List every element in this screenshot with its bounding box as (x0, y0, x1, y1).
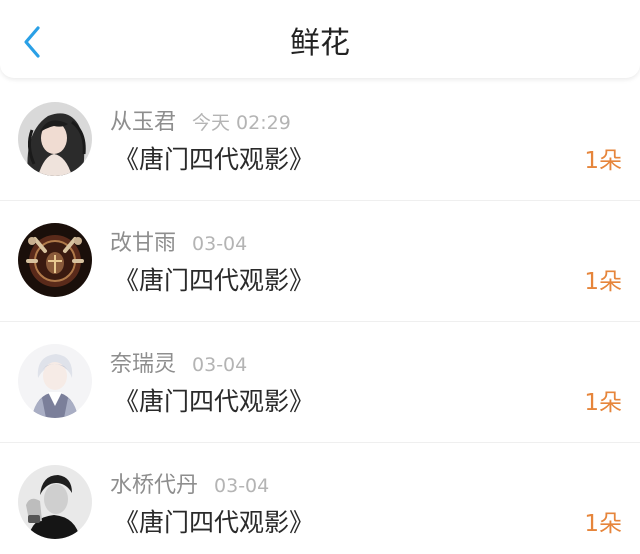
avatar-emblem-icon (18, 223, 92, 297)
flower-count: 1朵 (584, 390, 622, 416)
sender-name[interactable]: 改甘雨 (110, 231, 176, 256)
flower-count: 1朵 (584, 269, 622, 295)
avatar-man-icon (18, 465, 92, 539)
flower-count: 1朵 (584, 511, 622, 537)
sender-name[interactable]: 水桥代丹 (110, 473, 198, 498)
avatar[interactable] (18, 102, 92, 176)
sender-name[interactable]: 奈瑞灵 (110, 352, 176, 377)
avatar[interactable] (18, 223, 92, 297)
flower-count: 1朵 (584, 148, 622, 174)
list-item[interactable]: 改甘雨 03-04 《唐门四代观影》 1朵 (0, 201, 640, 322)
flower-list: 从玉君 今天 02:29 《唐门四代观影》 1朵 改甘雨 03-04 《唐门四代… (0, 80, 640, 554)
work-title[interactable]: 《唐门四代观影》 (114, 505, 314, 541)
app-screen: 鲜花 从玉君 今天 02:29 《唐门四代观影》 1朵 改甘雨 03-04 《唐… (0, 0, 640, 554)
top-bar: 鲜花 (0, 0, 640, 78)
timestamp: 03-04 (214, 475, 270, 497)
avatar-girl-icon (18, 102, 92, 176)
timestamp: 03-04 (192, 354, 248, 376)
row-meta: 从玉君 今天 02:29 (110, 108, 291, 138)
work-title[interactable]: 《唐门四代观影》 (114, 384, 314, 420)
avatar[interactable] (18, 344, 92, 418)
row-meta: 改甘雨 03-04 (110, 229, 247, 259)
page-title: 鲜花 (290, 26, 350, 61)
timestamp: 03-04 (192, 233, 248, 255)
timestamp: 今天 02:29 (192, 112, 291, 134)
row-meta: 水桥代丹 03-04 (110, 471, 269, 501)
work-title[interactable]: 《唐门四代观影》 (114, 142, 314, 178)
sender-name[interactable]: 从玉君 (110, 110, 176, 135)
avatar-anime-icon (18, 344, 92, 418)
work-title[interactable]: 《唐门四代观影》 (114, 263, 314, 299)
list-item[interactable]: 水桥代丹 03-04 《唐门四代观影》 1朵 (0, 443, 640, 554)
list-item[interactable]: 奈瑞灵 03-04 《唐门四代观影》 1朵 (0, 322, 640, 443)
row-meta: 奈瑞灵 03-04 (110, 350, 247, 380)
list-item[interactable]: 从玉君 今天 02:29 《唐门四代观影》 1朵 (0, 80, 640, 201)
avatar[interactable] (18, 465, 92, 539)
